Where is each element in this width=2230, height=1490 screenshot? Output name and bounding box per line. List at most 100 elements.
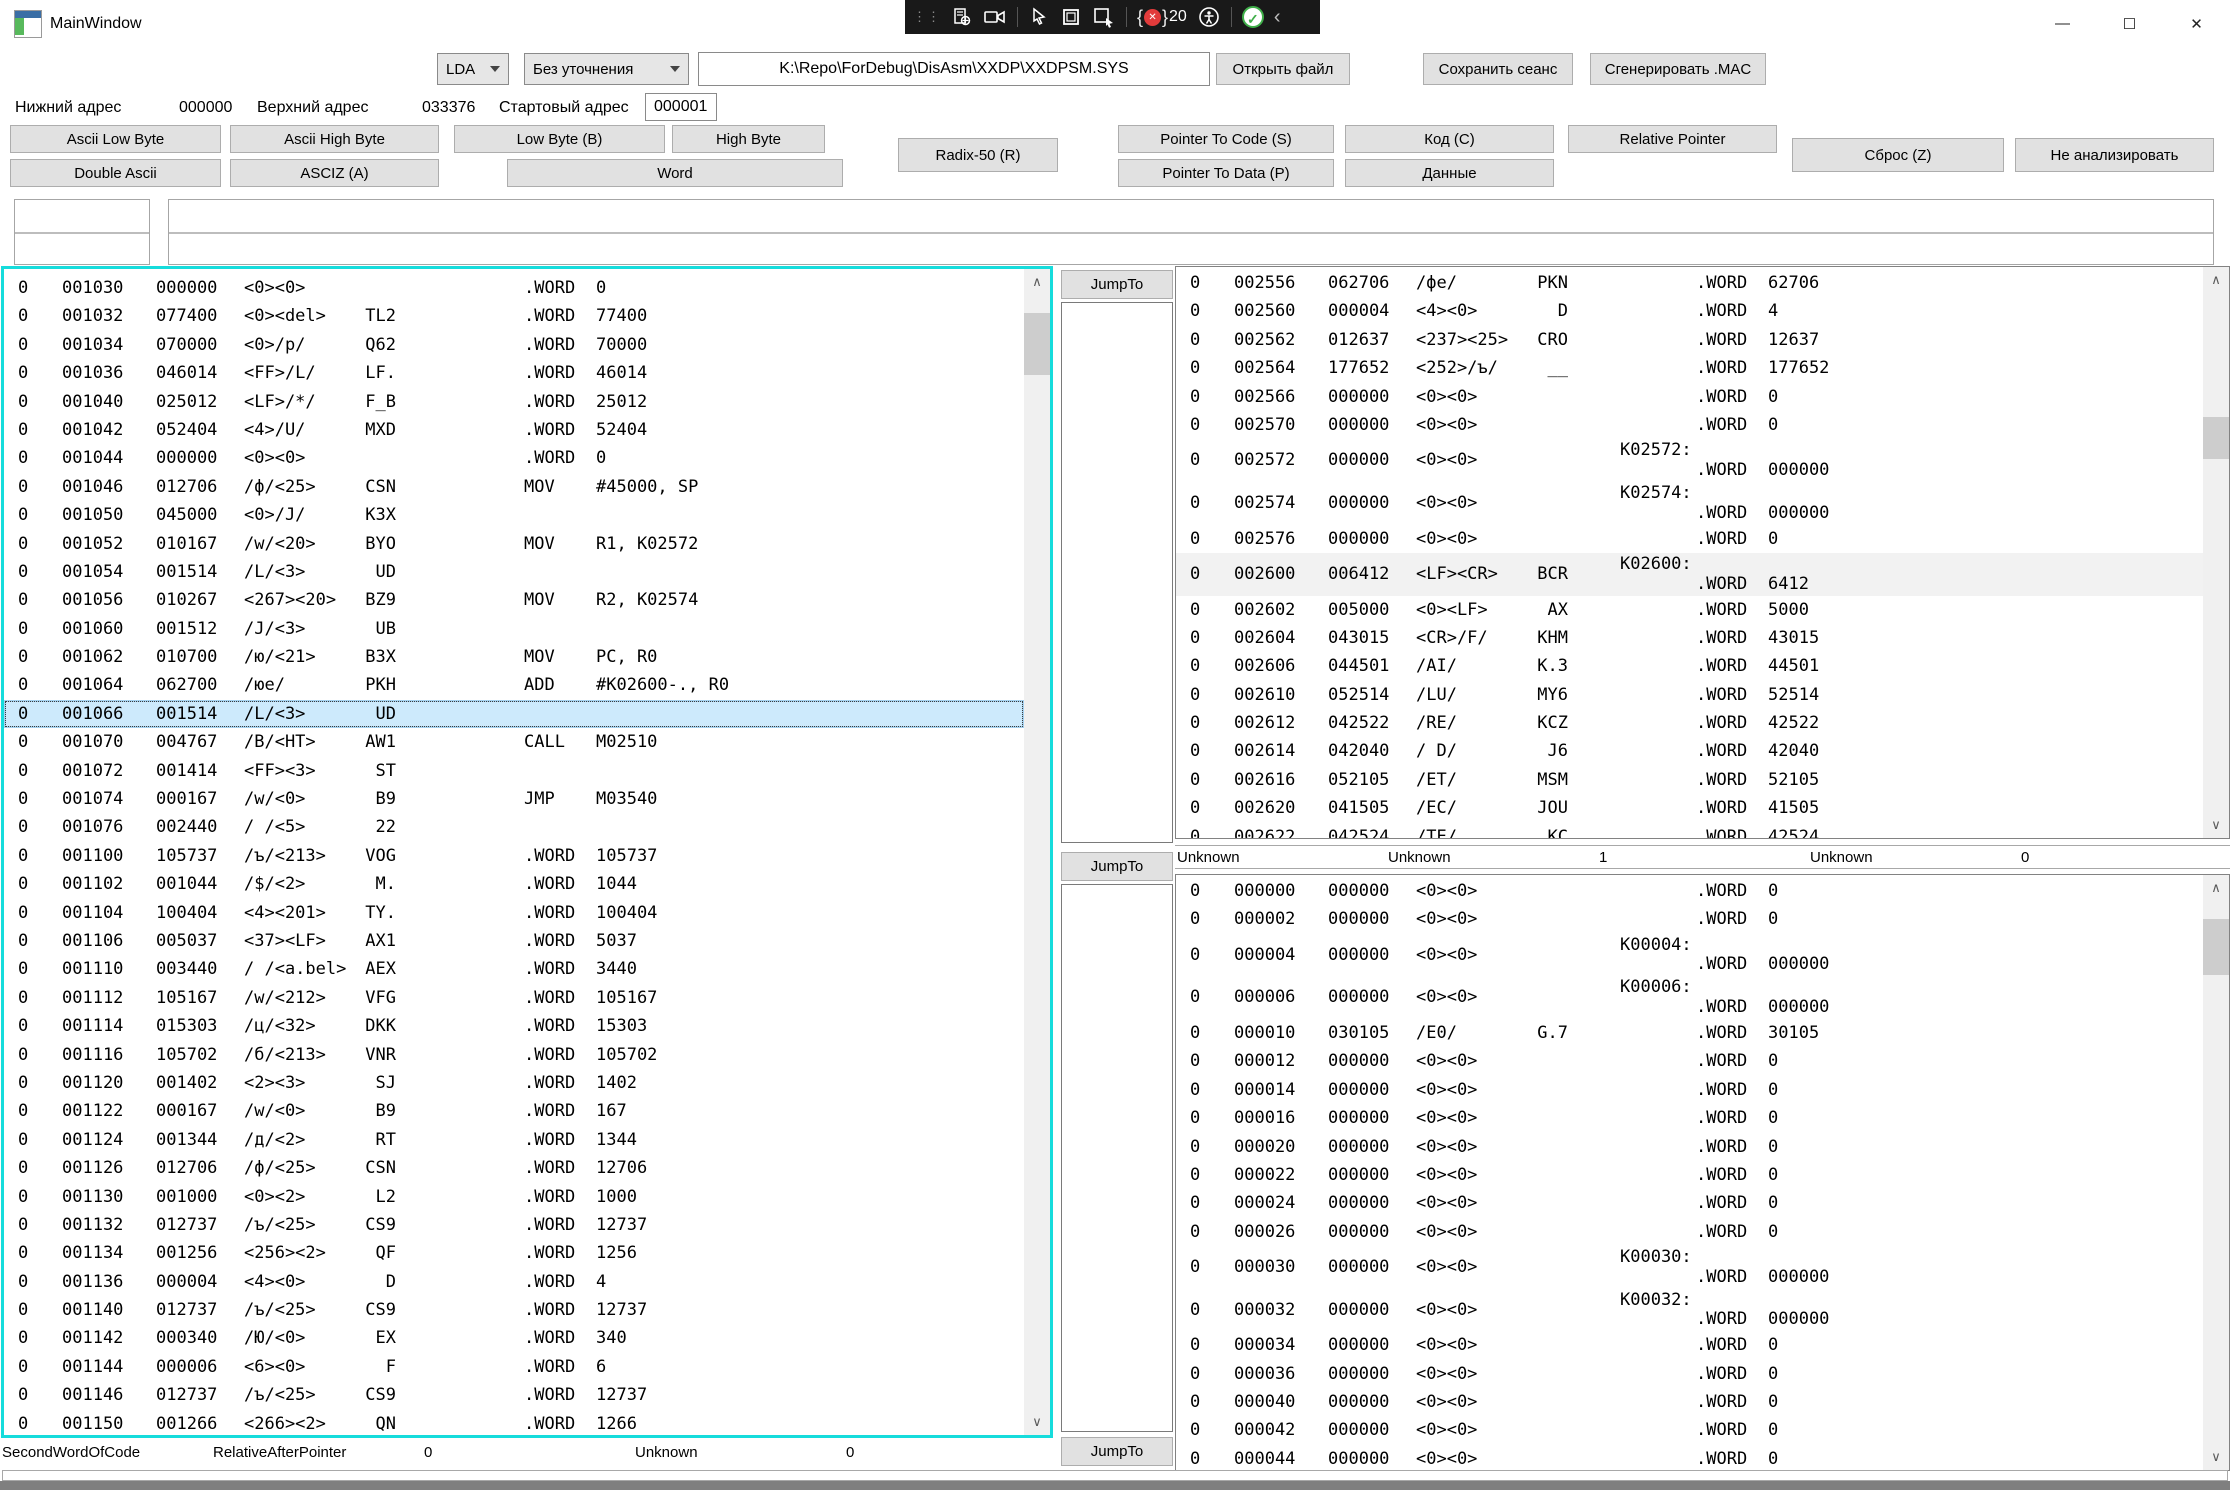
listing-row[interactable]: 0001046012706/ф/<25>CSNMOV#45000, SP (4, 473, 1024, 501)
listing-row[interactable]: 0000024000000<0><0>.WORD0 (1176, 1189, 2203, 1217)
listing-row[interactable]: 0000030000000<0><0>K00030:.WORD000000 (1176, 1246, 2203, 1289)
listing-row[interactable]: 0001126012706/ф/<25>CSN.WORD12706 (4, 1154, 1024, 1182)
code-button[interactable]: Код (C) (1345, 125, 1554, 153)
listing-row[interactable]: 0002556062706/фе/PKN.WORD62706 (1176, 269, 2203, 297)
listing-row[interactable]: 0000016000000<0><0>.WORD0 (1176, 1104, 2203, 1132)
listing-row[interactable]: 0001052010167/w/<20>BYOMOVR1, K02572 (4, 530, 1024, 558)
listing-row[interactable]: 0002570000000<0><0>.WORD0 (1176, 411, 2203, 439)
listing-row[interactable]: 0001106005037<37><LF>AX1.WORD5037 (4, 927, 1024, 955)
listing-row[interactable]: 0002612042522/RE/KCZ.WORD42522 (1176, 709, 2203, 737)
cursor-icon[interactable] (1028, 6, 1050, 28)
listing-row[interactable]: 0002622042524/TE/ KC.WORD42524 (1176, 823, 2203, 838)
scroll-thumb[interactable] (1024, 313, 1050, 375)
jumpto-list-bottom[interactable] (1061, 884, 1173, 1432)
pointer-to-code-button[interactable]: Pointer To Code (S) (1118, 125, 1334, 153)
radix50-button[interactable]: Radix-50 (R) (898, 138, 1058, 172)
high-byte-button[interactable]: High Byte (672, 125, 825, 153)
listing-row[interactable]: 0001050045000<0>/J/K3X (4, 501, 1024, 529)
listing-row[interactable]: 0001060001512/J/<3> UB (4, 615, 1024, 643)
low-byte-button[interactable]: Low Byte (B) (454, 125, 665, 153)
listing-row[interactable]: 0002560000004<4><0> D.WORD4 (1176, 297, 2203, 325)
listing-row[interactable]: 0001064062700/юе/PKHADD#K02600-., R0 (4, 671, 1024, 699)
jumpto-button-middle[interactable]: JumpTo (1061, 852, 1173, 881)
listing-row[interactable]: 0001136000004<4><0> D.WORD4 (4, 1268, 1024, 1296)
scan-document-icon[interactable] (951, 6, 973, 28)
scroll-up-icon[interactable]: ∧ (2203, 267, 2229, 293)
listing-row[interactable]: 0000022000000<0><0>.WORD0 (1176, 1161, 2203, 1189)
listing-row[interactable]: 0000012000000<0><0>.WORD0 (1176, 1047, 2203, 1075)
listing-row[interactable]: 0002600006412<LF><CR>BCRK02600:.WORD6412 (1176, 553, 2203, 596)
listing-row[interactable]: 0001056010267<267><20>BZ9MOVR2, K02574 (4, 586, 1024, 614)
listing-row[interactable]: 0001130001000<0><2> L2.WORD1000 (4, 1183, 1024, 1211)
listing-row[interactable]: 0001076002440/ /<5> 22 (4, 813, 1024, 841)
listing-row[interactable]: 0001034070000<0>/p/Q62.WORD70000 (4, 331, 1024, 359)
listing-row[interactable]: 0000036000000<0><0>.WORD0 (1176, 1360, 2203, 1388)
listing-row[interactable]: 0001112105167/w/<212>VFG.WORD105167 (4, 984, 1024, 1012)
maximize-button[interactable]: ☐ (2096, 0, 2163, 47)
scroll-thumb[interactable] (2203, 919, 2229, 975)
reset-button[interactable]: Сброс (Z) (1792, 138, 2004, 172)
listing-row[interactable]: 0002606044501/AI/K.3.WORD44501 (1176, 652, 2203, 680)
listing-row[interactable]: 0000006000000<0><0>K00006:.WORD000000 (1176, 976, 2203, 1019)
listing-row[interactable]: 0002566000000<0><0>.WORD0 (1176, 383, 2203, 411)
no-analyze-button[interactable]: Не анализировать (2015, 138, 2214, 172)
listing-row[interactable]: 0000010030105/E0/G.7.WORD30105 (1176, 1019, 2203, 1047)
drag-handle-icon[interactable]: ⋮⋮ (913, 12, 941, 22)
refine-select[interactable]: Без уточнения (524, 53, 689, 85)
listing-row[interactable]: 0000014000000<0><0>.WORD0 (1176, 1076, 2203, 1104)
listing-row[interactable]: 0001104100404<4><201>TY..WORD100404 (4, 899, 1024, 927)
listing-row[interactable]: 0000004000000<0><0>K00004:.WORD000000 (1176, 934, 2203, 977)
listing-row[interactable]: 0002572000000<0><0>K02572:.WORD000000 (1176, 439, 2203, 482)
listing-row[interactable]: 0002576000000<0><0>.WORD0 (1176, 525, 2203, 553)
jumpto-button-top[interactable]: JumpTo (1061, 270, 1173, 299)
listing-row[interactable]: 0002616052105/ET/MSM.WORD52105 (1176, 766, 2203, 794)
right-top-scrollbar[interactable]: ∧ ∨ (2203, 267, 2229, 838)
listing-row[interactable]: 0000044000000<0><0>.WORD0 (1176, 1445, 2203, 1470)
listing-row[interactable]: 0001144000006<6><0> F.WORD6 (4, 1353, 1024, 1381)
jumpto-button-bottom[interactable]: JumpTo (1061, 1437, 1173, 1466)
scroll-down-icon[interactable]: ∨ (1024, 1409, 1050, 1435)
listing-row[interactable]: 0001100105737/ъ/<213>VOG.WORD105737 (4, 842, 1024, 870)
listing-row[interactable]: 0000034000000<0><0>.WORD0 (1176, 1331, 2203, 1359)
listing-row[interactable]: 0002562012637<237><25>CRO.WORD12637 (1176, 326, 2203, 354)
confirm-check-icon[interactable]: ✓ (1242, 6, 1264, 28)
listing-row[interactable]: 0001116105702/б/<213>VNR.WORD105702 (4, 1041, 1024, 1069)
listing-row[interactable]: 0002610052514/LU/MY6.WORD52514 (1176, 681, 2203, 709)
listing-row[interactable]: 0001070004767/B/<HT>AW1CALLM02510 (4, 728, 1024, 756)
listing-row[interactable]: 0001142000340/Ю/<0> EX.WORD340 (4, 1324, 1024, 1352)
listing-row[interactable]: 0002614042040/ D/ J6.WORD42040 (1176, 737, 2203, 765)
word-button[interactable]: Word (507, 159, 843, 187)
region-icon[interactable] (1060, 6, 1082, 28)
listing-row[interactable]: 0000000000000<0><0>.WORD0 (1176, 877, 2203, 905)
save-session-button[interactable]: Сохранить сеанс (1423, 53, 1573, 85)
listing-row[interactable]: 0001074000167/w/<0> B9JMPM03540 (4, 785, 1024, 813)
scroll-down-icon[interactable]: ∨ (2203, 812, 2229, 838)
listing-row[interactable]: 0001042052404<4>/U/MXD.WORD52404 (4, 416, 1024, 444)
generate-mac-button[interactable]: Сгенерировать .MAC (1590, 53, 1766, 85)
listing-row[interactable]: 0001102001044/$/<2> M..WORD1044 (4, 870, 1024, 898)
listing-row[interactable]: 0002574000000<0><0>K02574:.WORD000000 (1176, 482, 2203, 525)
relative-pointer-button[interactable]: Relative Pointer (1568, 125, 1777, 153)
scroll-down-icon[interactable]: ∨ (2203, 1444, 2229, 1470)
listing-row[interactable]: 0000032000000<0><0>K00032:.WORD000000 (1176, 1289, 2203, 1332)
listing-row[interactable]: 0001124001344/д/<2> RT.WORD1344 (4, 1126, 1024, 1154)
start-address-input[interactable] (645, 93, 717, 121)
open-file-button[interactable]: Открыть файл (1216, 53, 1350, 85)
accessibility-icon[interactable] (1197, 5, 1221, 29)
listing-row[interactable]: 0001146012737/ъ/<25>CS9.WORD12737 (4, 1381, 1024, 1409)
format-select[interactable]: LDA (437, 53, 509, 85)
listing-row[interactable]: 0000026000000<0><0>.WORD0 (1176, 1218, 2203, 1246)
ascii-high-byte-button[interactable]: Ascii High Byte (230, 125, 439, 153)
listing-row[interactable]: 0002604043015<CR>/F/KHM.WORD43015 (1176, 624, 2203, 652)
listing-row[interactable]: 0001044000000<0><0>.WORD0 (4, 444, 1024, 472)
listing-row[interactable]: 0001072001414<FF><3> ST (4, 757, 1024, 785)
listing-row[interactable]: 0001132012737/ъ/<25>CS9.WORD12737 (4, 1211, 1024, 1239)
jumpto-list-top[interactable] (1061, 302, 1173, 843)
scroll-up-icon[interactable]: ∧ (1024, 269, 1050, 295)
listing-row[interactable]: 0000042000000<0><0>.WORD0 (1176, 1416, 2203, 1444)
listing-row[interactable]: 0000040000000<0><0>.WORD0 (1176, 1388, 2203, 1416)
listing-row[interactable]: 0002620041505/EC/JOU.WORD41505 (1176, 794, 2203, 822)
right-bottom-scrollbar[interactable]: ∧ ∨ (2203, 875, 2229, 1470)
listing-row[interactable]: 0001122000167/w/<0> B9.WORD167 (4, 1097, 1024, 1125)
close-button[interactable]: ✕ (2163, 0, 2230, 47)
